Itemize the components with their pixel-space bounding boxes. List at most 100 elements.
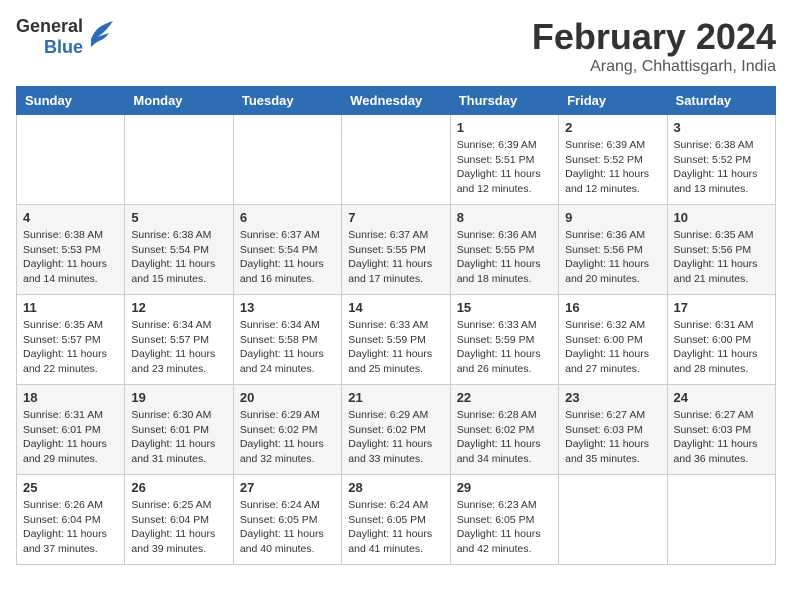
calendar-header: SundayMondayTuesdayWednesdayThursdayFrid… — [17, 87, 776, 115]
calendar-cell: 1 Sunrise: 6:39 AMSunset: 5:51 PMDaylight… — [450, 115, 558, 205]
day-info: Sunrise: 6:24 AMSunset: 6:05 PMDaylight:… — [240, 498, 335, 557]
day-number: 14 — [348, 300, 443, 315]
calendar-table: SundayMondayTuesdayWednesdayThursdayFrid… — [16, 86, 776, 565]
day-number: 16 — [565, 300, 660, 315]
day-info: Sunrise: 6:37 AMSunset: 5:54 PMDaylight:… — [240, 228, 335, 287]
day-number: 6 — [240, 210, 335, 225]
header-day-tuesday: Tuesday — [233, 87, 341, 115]
calendar-cell — [233, 115, 341, 205]
day-number: 10 — [674, 210, 769, 225]
day-info: Sunrise: 6:35 AMSunset: 5:57 PMDaylight:… — [23, 318, 118, 377]
day-number: 11 — [23, 300, 118, 315]
calendar-week-5: 25 Sunrise: 6:26 AMSunset: 6:04 PMDayligh… — [17, 475, 776, 565]
day-info: Sunrise: 6:38 AMSunset: 5:52 PMDaylight:… — [674, 138, 769, 197]
calendar-cell: 26 Sunrise: 6:25 AMSunset: 6:04 PMDayligh… — [125, 475, 233, 565]
calendar-cell: 20 Sunrise: 6:29 AMSunset: 6:02 PMDayligh… — [233, 385, 341, 475]
calendar-week-2: 4 Sunrise: 6:38 AMSunset: 5:53 PMDaylight… — [17, 205, 776, 295]
calendar-cell: 11 Sunrise: 6:35 AMSunset: 5:57 PMDayligh… — [17, 295, 125, 385]
calendar-cell: 23 Sunrise: 6:27 AMSunset: 6:03 PMDayligh… — [559, 385, 667, 475]
day-number: 4 — [23, 210, 118, 225]
day-number: 1 — [457, 120, 552, 135]
day-number: 15 — [457, 300, 552, 315]
logo: General Blue — [16, 16, 115, 58]
day-info: Sunrise: 6:34 AMSunset: 5:57 PMDaylight:… — [131, 318, 226, 377]
calendar-cell: 16 Sunrise: 6:32 AMSunset: 6:00 PMDayligh… — [559, 295, 667, 385]
month-title: February 2024 — [532, 16, 776, 58]
calendar-week-1: 1 Sunrise: 6:39 AMSunset: 5:51 PMDaylight… — [17, 115, 776, 205]
calendar-week-3: 11 Sunrise: 6:35 AMSunset: 5:57 PMDayligh… — [17, 295, 776, 385]
location-title: Arang, Chhattisgarh, India — [532, 58, 776, 76]
day-number: 17 — [674, 300, 769, 315]
day-info: Sunrise: 6:26 AMSunset: 6:04 PMDaylight:… — [23, 498, 118, 557]
calendar-cell: 18 Sunrise: 6:31 AMSunset: 6:01 PMDayligh… — [17, 385, 125, 475]
calendar-cell: 17 Sunrise: 6:31 AMSunset: 6:00 PMDayligh… — [667, 295, 775, 385]
logo-blue-text: Blue — [44, 37, 83, 58]
header-day-wednesday: Wednesday — [342, 87, 450, 115]
calendar-cell — [125, 115, 233, 205]
day-info: Sunrise: 6:28 AMSunset: 6:02 PMDaylight:… — [457, 408, 552, 467]
day-info: Sunrise: 6:33 AMSunset: 5:59 PMDaylight:… — [348, 318, 443, 377]
calendar-cell: 25 Sunrise: 6:26 AMSunset: 6:04 PMDayligh… — [17, 475, 125, 565]
calendar-cell: 7 Sunrise: 6:37 AMSunset: 5:55 PMDaylight… — [342, 205, 450, 295]
day-info: Sunrise: 6:39 AMSunset: 5:51 PMDaylight:… — [457, 138, 552, 197]
day-number: 18 — [23, 390, 118, 405]
day-number: 23 — [565, 390, 660, 405]
header-day-monday: Monday — [125, 87, 233, 115]
calendar-cell — [17, 115, 125, 205]
day-number: 3 — [674, 120, 769, 135]
day-number: 7 — [348, 210, 443, 225]
calendar-cell: 29Sunrise: 6:23 AMSunset: 6:05 PMDayligh… — [450, 475, 558, 565]
day-number: 26 — [131, 480, 226, 495]
day-info: Sunrise: 6:29 AMSunset: 6:02 PMDaylight:… — [240, 408, 335, 467]
calendar-cell: 2Sunrise: 6:39 AMSunset: 5:52 PMDaylight… — [559, 115, 667, 205]
day-info: Sunrise: 6:38 AMSunset: 5:54 PMDaylight:… — [131, 228, 226, 287]
day-info: Sunrise: 6:34 AMSunset: 5:58 PMDaylight:… — [240, 318, 335, 377]
calendar-cell: 19 Sunrise: 6:30 AMSunset: 6:01 PMDayligh… — [125, 385, 233, 475]
header-day-friday: Friday — [559, 87, 667, 115]
calendar-cell: 8 Sunrise: 6:36 AMSunset: 5:55 PMDaylight… — [450, 205, 558, 295]
day-info: Sunrise: 6:30 AMSunset: 6:01 PMDaylight:… — [131, 408, 226, 467]
day-info: Sunrise: 6:27 AMSunset: 6:03 PMDaylight:… — [674, 408, 769, 467]
calendar-cell — [667, 475, 775, 565]
title-area: February 2024 Arang, Chhattisgarh, India — [532, 16, 776, 76]
day-info: Sunrise: 6:31 AMSunset: 6:00 PMDaylight:… — [674, 318, 769, 377]
day-info: Sunrise: 6:37 AMSunset: 5:55 PMDaylight:… — [348, 228, 443, 287]
day-info: Sunrise: 6:35 AMSunset: 5:56 PMDaylight:… — [674, 228, 769, 287]
calendar-cell: 9Sunrise: 6:36 AMSunset: 5:56 PMDaylight… — [559, 205, 667, 295]
day-info: Sunrise: 6:33 AMSunset: 5:59 PMDaylight:… — [457, 318, 552, 377]
calendar-cell: 4 Sunrise: 6:38 AMSunset: 5:53 PMDaylight… — [17, 205, 125, 295]
calendar-cell: 21 Sunrise: 6:29 AMSunset: 6:02 PMDayligh… — [342, 385, 450, 475]
day-info: Sunrise: 6:32 AMSunset: 6:00 PMDaylight:… — [565, 318, 660, 377]
calendar-cell: 3 Sunrise: 6:38 AMSunset: 5:52 PMDaylight… — [667, 115, 775, 205]
day-number: 12 — [131, 300, 226, 315]
day-info: Sunrise: 6:38 AMSunset: 5:53 PMDaylight:… — [23, 228, 118, 287]
day-info: Sunrise: 6:29 AMSunset: 6:02 PMDaylight:… — [348, 408, 443, 467]
day-info: Sunrise: 6:36 AMSunset: 5:56 PMDaylight:… — [565, 228, 660, 287]
day-info: Sunrise: 6:24 AMSunset: 6:05 PMDaylight:… — [348, 498, 443, 557]
day-info: Sunrise: 6:27 AMSunset: 6:03 PMDaylight:… — [565, 408, 660, 467]
calendar-cell — [342, 115, 450, 205]
day-number: 28 — [348, 480, 443, 495]
calendar-cell: 6 Sunrise: 6:37 AMSunset: 5:54 PMDaylight… — [233, 205, 341, 295]
calendar-cell: 5Sunrise: 6:38 AMSunset: 5:54 PMDaylight… — [125, 205, 233, 295]
day-number: 25 — [23, 480, 118, 495]
day-number: 20 — [240, 390, 335, 405]
day-number: 19 — [131, 390, 226, 405]
calendar-cell — [559, 475, 667, 565]
day-number: 21 — [348, 390, 443, 405]
calendar-cell: 24Sunrise: 6:27 AMSunset: 6:03 PMDayligh… — [667, 385, 775, 475]
calendar-cell: 13 Sunrise: 6:34 AMSunset: 5:58 PMDayligh… — [233, 295, 341, 385]
calendar-cell: 27Sunrise: 6:24 AMSunset: 6:05 PMDayligh… — [233, 475, 341, 565]
day-number: 8 — [457, 210, 552, 225]
day-info: Sunrise: 6:39 AMSunset: 5:52 PMDaylight:… — [565, 138, 660, 197]
day-info: Sunrise: 6:25 AMSunset: 6:04 PMDaylight:… — [131, 498, 226, 557]
day-info: Sunrise: 6:31 AMSunset: 6:01 PMDaylight:… — [23, 408, 118, 467]
calendar-cell: 15 Sunrise: 6:33 AMSunset: 5:59 PMDayligh… — [450, 295, 558, 385]
calendar-cell: 14 Sunrise: 6:33 AMSunset: 5:59 PMDayligh… — [342, 295, 450, 385]
calendar-week-4: 18 Sunrise: 6:31 AMSunset: 6:01 PMDayligh… — [17, 385, 776, 475]
logo-general-text: General — [16, 16, 83, 37]
header: General Blue February 2024 Arang, Chhatt… — [16, 16, 776, 76]
day-number: 13 — [240, 300, 335, 315]
day-info: Sunrise: 6:36 AMSunset: 5:55 PMDaylight:… — [457, 228, 552, 287]
day-number: 29 — [457, 480, 552, 495]
